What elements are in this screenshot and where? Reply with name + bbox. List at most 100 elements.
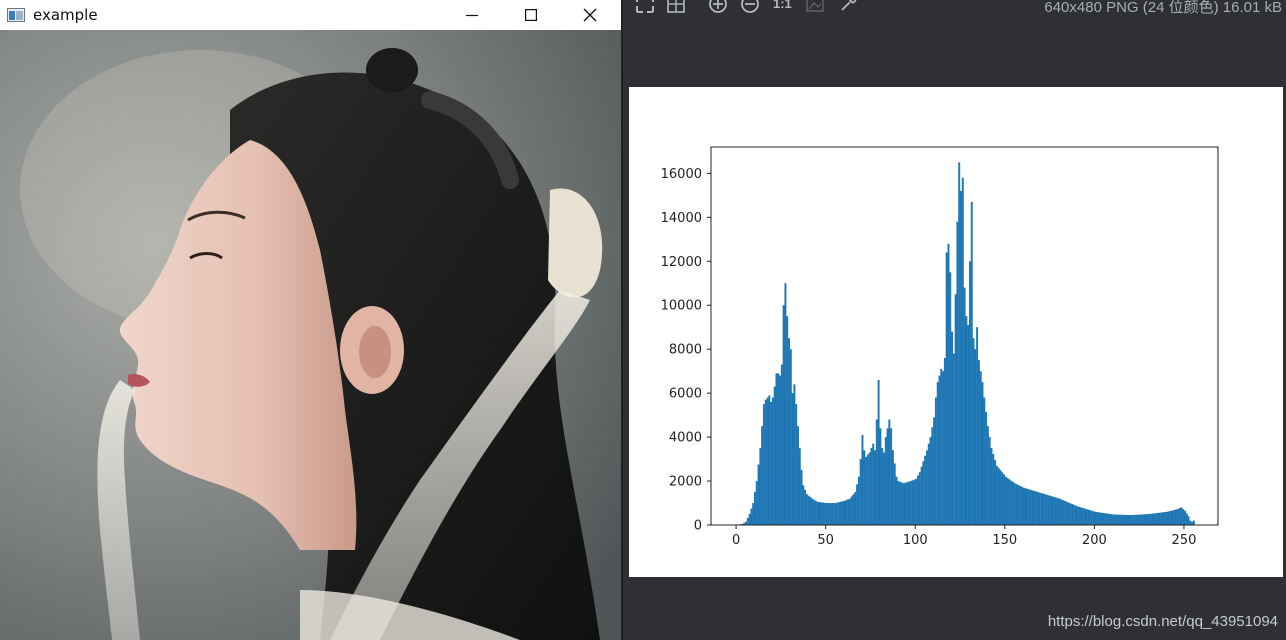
histogram-bar [752,503,755,525]
histogram-bar [1132,515,1134,525]
histogram-bar [1071,504,1074,525]
histogram-bar [997,467,1000,525]
histogram-bar [918,472,921,525]
y-tick-label: 8000 [669,343,702,358]
histogram-bar [890,428,893,525]
histogram-bar [770,401,773,525]
window-titlebar[interactable]: example [0,0,621,30]
histogram-bar [829,503,832,525]
histogram-bar [915,478,918,525]
zoom-out-icon[interactable] [740,0,760,14]
histogram-bar [1182,509,1185,525]
histogram-bar [1017,485,1020,525]
histogram-bar [1121,514,1124,525]
histogram-bar [938,375,941,525]
histogram-bar [1180,507,1183,525]
histogram-bar [750,508,753,525]
histogram-bar [1096,512,1099,525]
histogram-bar [1144,514,1147,525]
histogram-bar [1062,500,1065,525]
y-tick-label: 12000 [661,255,702,270]
histogram-bar [949,272,952,525]
x-tick-label: 100 [903,533,928,548]
histogram-bar [986,426,989,525]
y-tick-label: 6000 [669,387,702,402]
portrait-image [0,30,621,640]
histogram-bar [1106,513,1109,525]
histogram-bar [1001,472,1004,525]
histogram-bar [1033,490,1036,525]
histogram-bar [809,497,812,525]
y-tick-label: 10000 [661,299,702,314]
histogram-bar [965,316,968,525]
actual-size-button[interactable]: 1:1 [773,0,795,16]
close-icon [583,8,597,22]
histogram-bar [1155,513,1158,525]
maximize-button[interactable] [502,0,560,30]
histogram-bar [1022,487,1025,525]
histogram-bar [789,349,792,525]
histogram-bar [956,221,959,525]
histogram-bar [1074,505,1077,525]
viewer-toolbar: 1:1 640x480 PNG (24 位颜色) 16.01 kB [623,0,1286,16]
histogram-bar [881,448,884,525]
histogram-bar [985,411,988,525]
histogram-bar [836,502,839,525]
histogram-bar [875,419,878,525]
histogram-bar [1011,481,1014,525]
histogram-bar [1046,494,1048,525]
histogram-bar [895,476,898,525]
grid-icon[interactable] [666,0,686,14]
zoom-in-icon[interactable] [708,0,728,14]
image-window[interactable]: example [0,0,621,640]
histogram-bar [977,360,980,525]
histogram-bar [1110,514,1113,525]
histogram-bar [870,448,873,525]
histogram-bar [951,331,954,525]
y-tick-label: 14000 [661,211,702,226]
histogram-bar [1148,514,1151,525]
histogram-bar [893,463,896,525]
x-tick-label: 0 [732,533,740,548]
histogram-bar [805,494,808,525]
x-tick-label: 50 [817,533,834,548]
histogram-bar [784,283,787,525]
histogram-bar [816,501,819,525]
histogram-bar [793,384,796,525]
histogram-bar [1024,488,1027,525]
histogram-bar [762,404,765,525]
histogram-bar [1085,509,1088,525]
histogram-bar [866,454,869,525]
close-button[interactable] [561,0,619,30]
histogram-bar [1056,498,1059,525]
histogram-bar [934,397,937,525]
histogram-bar [1063,500,1066,525]
histogram-bar [782,305,785,525]
histogram-bar [886,428,889,525]
histogram-bar [859,459,862,525]
histogram-bar [942,371,945,525]
histogram-bar [967,325,970,525]
x-tick-label: 250 [1172,533,1197,548]
histogram-bar [1044,494,1047,525]
histogram-bar [1060,499,1063,525]
histogram-bar [1169,510,1172,525]
histogram-bar [927,443,930,525]
histogram-bar [879,428,882,525]
histogram-bar [813,499,816,525]
histogram-bar [748,514,751,525]
y-tick-label: 4000 [669,431,702,446]
fit-icon[interactable] [635,0,655,14]
histogram-bar [834,503,837,525]
minimize-button[interactable] [443,0,501,30]
histogram-bar [924,455,927,525]
histogram-bar [1072,504,1075,525]
app-icon [7,8,25,22]
y-tick-label: 16000 [661,167,702,182]
histogram-bar [1083,508,1086,525]
histogram-bar [1108,513,1111,525]
histogram-bar [1051,496,1054,525]
histogram-bar [1081,507,1084,525]
eyedropper-icon[interactable] [838,0,858,14]
image-icon[interactable] [805,0,825,14]
